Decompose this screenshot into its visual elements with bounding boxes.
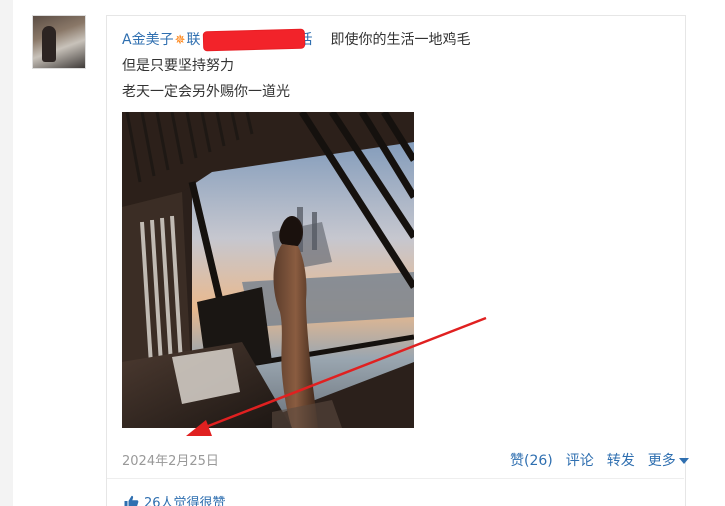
author-tag[interactable]: 联	[186, 32, 200, 48]
share-button[interactable]: 转发	[607, 453, 635, 469]
likes-summary[interactable]: 26人觉得很赞	[124, 492, 226, 506]
chevron-down-icon	[678, 458, 689, 464]
photo-illustration	[122, 112, 414, 428]
more-button[interactable]: 更多	[648, 453, 689, 469]
thumbs-up-icon	[124, 495, 139, 506]
post-text-line-2: 但是只要坚持努力	[122, 58, 234, 74]
post-photo[interactable]	[122, 112, 414, 428]
spark-icon: ✵	[174, 33, 186, 48]
redaction-mark	[204, 29, 305, 51]
divider	[107, 478, 684, 479]
feed-page: A金美子✵联话即使你的生活一地鸡毛 但是只要坚持努力 老天一定会另外赐你一道光	[0, 0, 725, 506]
left-rail	[0, 0, 13, 506]
likes-summary-text: 26人觉得很赞	[144, 496, 226, 506]
post-header-line: A金美子✵联话即使你的生活一地鸡毛	[122, 29, 471, 51]
author-name[interactable]: A金美子	[122, 32, 174, 48]
like-button[interactable]: 赞(26)	[510, 453, 553, 469]
comment-button[interactable]: 评论	[566, 453, 594, 469]
post-text-line-3: 老天一定会另外赐你一道光	[122, 84, 290, 100]
avatar[interactable]	[32, 15, 86, 69]
post-actions: 赞(26) 评论 转发 更多	[510, 450, 689, 470]
more-label: 更多	[647, 453, 676, 469]
post-text-line-1: 即使你的生活一地鸡毛	[330, 32, 471, 48]
post-date: 2024年2月25日	[122, 454, 219, 469]
